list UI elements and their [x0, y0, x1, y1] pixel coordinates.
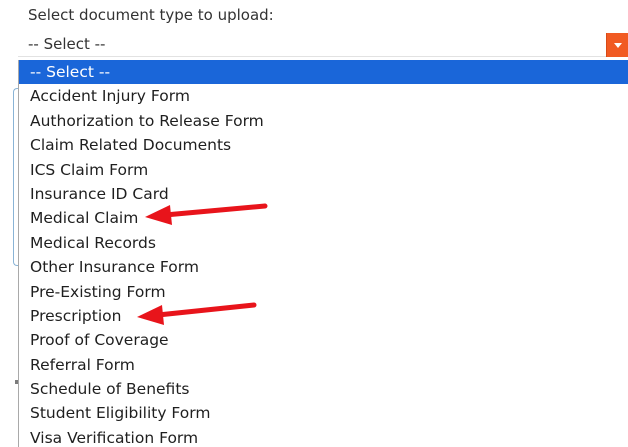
option-visa-verification-form[interactable]: Visa Verification Form [19, 426, 628, 447]
option-authorization-to-release-form[interactable]: Authorization to Release Form [19, 109, 628, 133]
option-schedule-of-benefits[interactable]: Schedule of Benefits [19, 377, 628, 401]
document-type-select[interactable]: -- Select -- [18, 33, 628, 57]
form-label: Select document type to upload: [28, 6, 274, 24]
option-medical-records[interactable]: Medical Records [19, 231, 628, 255]
document-type-options: -- Select -- Accident Injury Form Author… [18, 60, 628, 447]
option-select-placeholder[interactable]: -- Select -- [19, 60, 628, 85]
option-claim-related-documents[interactable]: Claim Related Documents [19, 133, 628, 157]
select-current-value: -- Select -- [28, 35, 106, 53]
option-other-insurance-form[interactable]: Other Insurance Form [19, 255, 628, 279]
option-accident-injury-form[interactable]: Accident Injury Form [19, 84, 628, 108]
option-referral-form[interactable]: Referral Form [19, 353, 628, 377]
option-proof-of-coverage[interactable]: Proof of Coverage [19, 328, 628, 352]
option-student-eligibility-form[interactable]: Student Eligibility Form [19, 401, 628, 425]
chevron-down-icon [614, 43, 622, 48]
option-prescription[interactable]: Prescription [19, 304, 628, 328]
option-insurance-id-card[interactable]: Insurance ID Card [19, 182, 628, 206]
option-medical-claim[interactable]: Medical Claim [19, 206, 628, 230]
option-ics-claim-form[interactable]: ICS Claim Form [19, 158, 628, 182]
select-toggle-button[interactable] [606, 33, 628, 57]
option-pre-existing-form[interactable]: Pre-Existing Form [19, 280, 628, 304]
